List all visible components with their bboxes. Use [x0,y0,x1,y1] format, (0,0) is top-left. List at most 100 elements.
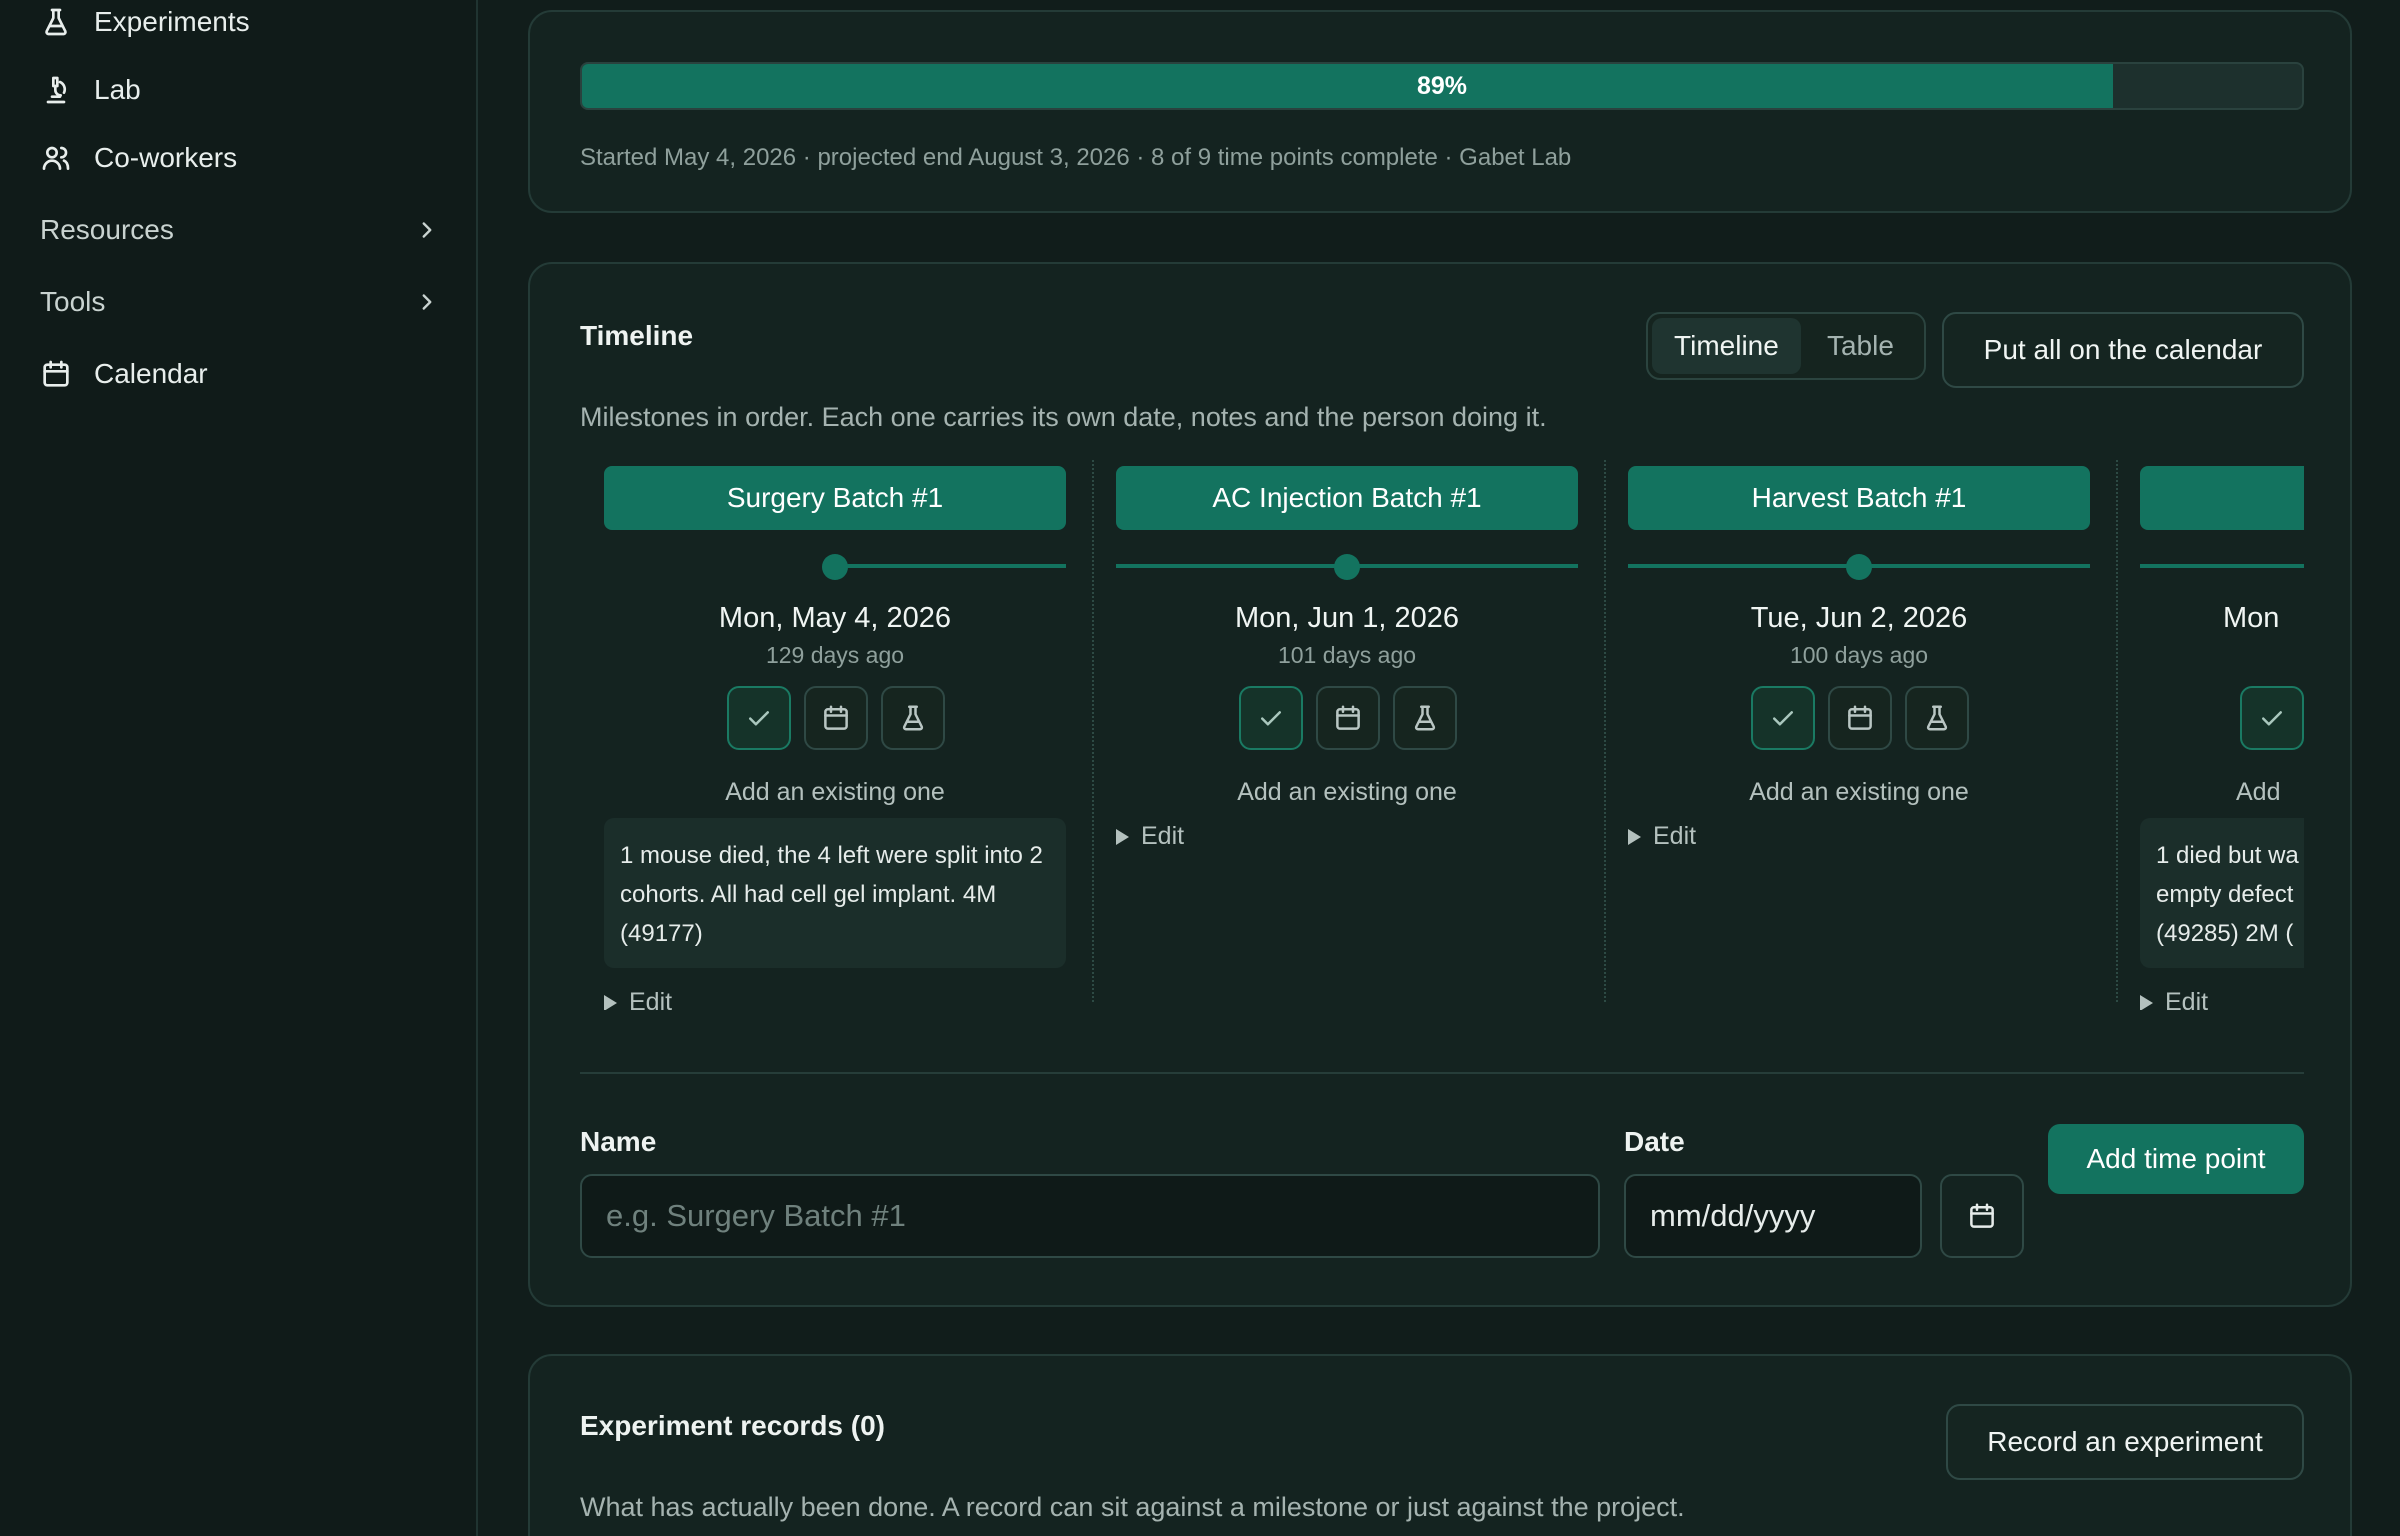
timeline-dot [822,554,848,580]
timeline-card: Timeline Timeline Table Put all on the c… [528,262,2352,1307]
disclosure-triangle-icon [604,994,617,1010]
sidebar-item-lab[interactable]: Lab [40,62,141,118]
add-experiment-button[interactable] [1905,686,1969,750]
milestone-scroller[interactable]: Surgery Batch #1 Mon, May 4, 2026 129 da… [580,460,2304,1010]
calendar-icon [1970,1203,1994,1228]
milestone-date: Tue, Jun 2, 2026 [1750,602,1968,634]
timeline-description: Milestones in order. Each one carries it… [580,402,1547,432]
add-existing-link[interactable]: Add an existing one [1628,778,2090,807]
edit-label: Edit [629,988,673,1010]
milestone-relative-date: 100 days ago [1789,642,1929,668]
mark-done-button[interactable] [2240,686,2304,750]
schedule-button[interactable] [1828,686,1892,750]
disclosure-triangle-icon [1628,828,1641,845]
microscope-icon [46,76,67,104]
milestone-column: Harvest Batch #1 Tue, Jun 2, 2026 100 da… [1604,460,2116,1010]
edit-label: Edit [1653,822,1697,850]
progress-card: 89% Started May 4, 2026 · projected end … [528,10,2352,213]
sidebar-group-label: Tools [40,286,106,317]
milestone-date: Mon, May 4, 2026 [718,602,952,634]
milestone-relative-date: 129 days ago [765,642,905,668]
schedule-button[interactable] [804,686,868,750]
add-experiment-button[interactable] [881,686,945,750]
edit-toggle[interactable]: Edit [1116,822,1184,851]
milestone-column: AC Injection Batch #1 Mon, Jun 1, 2026 1… [1092,460,1604,1010]
records-description: What has actually been done. A record ca… [580,1492,1685,1522]
sidebar-item-label: Lab [94,74,141,105]
sidebar-item-label: Co-workers [94,142,238,173]
timeline-track [823,564,1066,568]
calendar-icon [1848,705,1872,730]
add-existing-link[interactable]: Add [2236,778,2280,807]
date-input[interactable] [1624,1174,1922,1258]
milestone-note: 1 died but wa empty defect (49285) 2M ( [2140,818,2304,968]
sidebar-item-label: Calendar [94,358,208,389]
sidebar: Experiments Lab Co-workers Resources Too… [0,0,478,1536]
tab-timeline[interactable]: Timeline [1652,318,1801,374]
milestone-title[interactable]: Harvest Batch #1 [1628,466,2090,530]
project-meta: Started May 4, 2026 · projected end Augu… [580,144,1572,171]
mark-done-button[interactable] [1751,686,1815,750]
name-label: Name [580,1126,657,1157]
view-toggle: Timeline Table [1646,312,1926,380]
add-experiment-button[interactable] [1393,686,1457,750]
calendar-icon [824,705,848,730]
edit-label: Edit [2165,988,2209,1010]
add-existing-link[interactable]: Add an existing one [1116,778,1578,807]
flask-icon [1926,705,1948,731]
check-icon [1261,711,1281,726]
calendar-icon [43,360,69,387]
schedule-button[interactable] [1316,686,1380,750]
mark-done-button[interactable] [727,686,791,750]
records-title: Experiment records (0) [580,1410,885,1441]
add-time-point-button[interactable]: Add time point [2048,1124,2304,1194]
add-existing-link[interactable]: Add an existing one [604,778,1066,807]
milestone-date: Mon [2223,602,2280,634]
tab-table[interactable]: Table [1801,318,1920,374]
disclosure-triangle-icon [2140,994,2153,1010]
chevron-right-icon [422,294,432,310]
sidebar-item-label: Experiments [94,6,250,37]
milestone-date: Mon, Jun 1, 2026 [1234,602,1460,634]
milestone-title[interactable] [2140,466,2304,530]
check-icon [749,711,769,726]
milestone-note: 1 mouse died, the 4 left were split into… [604,818,1066,968]
edit-toggle[interactable]: Edit [2140,988,2208,1010]
sidebar-group-resources[interactable]: Resources [40,202,440,258]
flask-icon [45,8,67,36]
chevron-right-icon [422,222,432,238]
progress-label: 89% [1416,71,1468,100]
milestone-relative-date: 101 days ago [1277,642,1417,668]
record-experiment-button[interactable]: Record an experiment [1946,1404,2304,1480]
edit-label: Edit [1141,822,1185,850]
progress-bar: 89% [580,62,2304,110]
timeline-dot [1846,554,1872,580]
sidebar-group-tools[interactable]: Tools [40,274,440,330]
milestone-note-text: 1 died but wa empty defect (49285) 2M ( [2156,842,2299,947]
sidebar-item-experiments[interactable]: Experiments [40,0,250,50]
check-icon [2262,711,2282,726]
timeline-dot [1334,554,1360,580]
edit-toggle[interactable]: Edit [604,988,672,1010]
milestone-actions [1604,686,2116,750]
milestone-column: Surgery Batch #1 Mon, May 4, 2026 129 da… [580,460,1092,1010]
edit-toggle[interactable]: Edit [1628,822,1696,851]
name-input[interactable] [580,1174,1600,1258]
date-picker-button[interactable] [1940,1174,2024,1258]
put-all-on-calendar-button[interactable]: Put all on the calendar [1942,312,2304,388]
milestone-title[interactable]: AC Injection Batch #1 [1116,466,1578,530]
sidebar-item-calendar[interactable]: Calendar [40,346,208,402]
flask-icon [902,705,924,731]
flask-icon [1414,705,1436,731]
milestone-title[interactable]: Surgery Batch #1 [604,466,1066,530]
calendar-icon [1336,705,1360,730]
disclosure-triangle-icon [1116,828,1129,845]
sidebar-item-co-workers[interactable]: Co-workers [40,130,237,186]
sidebar-group-label: Resources [40,214,174,245]
date-label: Date [1624,1126,1685,1157]
users-icon [42,146,70,170]
milestone-actions [580,686,1092,750]
mark-done-button[interactable] [1239,686,1303,750]
timeline-title: Timeline [580,320,694,351]
milestone-column: Mon Add 1 died but wa empty defect (4928… [2116,460,2304,1010]
